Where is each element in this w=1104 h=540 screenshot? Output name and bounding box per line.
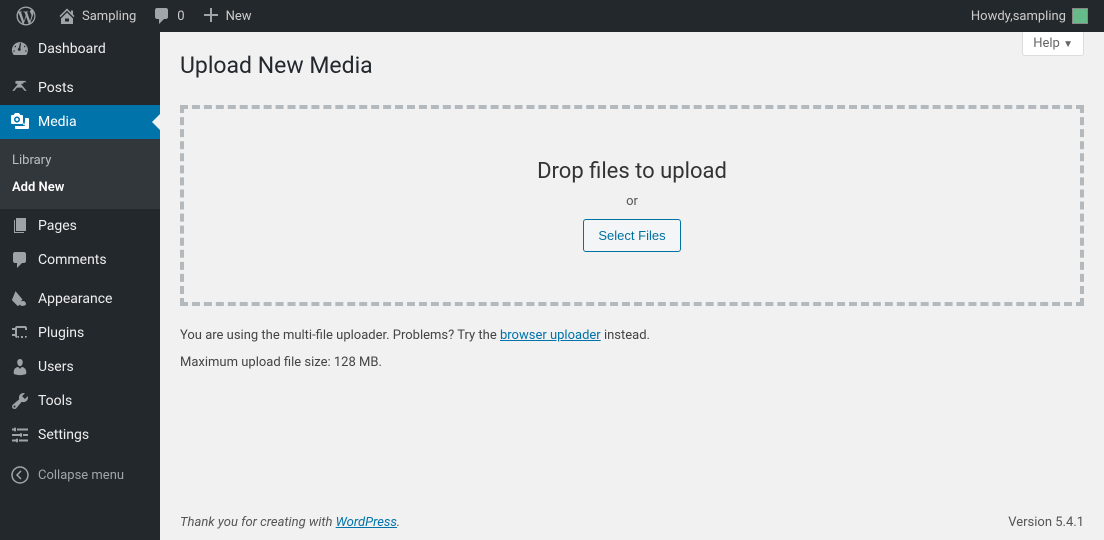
upload-dropzone[interactable]: Drop files to upload or Select Files xyxy=(180,105,1084,306)
user-icon xyxy=(10,357,30,377)
sliders-icon xyxy=(10,425,30,445)
content-wrap: Upload New Media Drop files to upload or… xyxy=(160,32,1104,373)
avatar xyxy=(1072,8,1088,24)
menu-label: Tools xyxy=(38,393,72,409)
menu-comments[interactable]: Comments xyxy=(0,243,160,277)
admin-menu: Dashboard Posts Media Library Add New Pa… xyxy=(0,32,160,540)
menu-media[interactable]: Media xyxy=(0,105,160,139)
comment-icon xyxy=(10,250,30,270)
user-name: sampling xyxy=(1013,9,1066,24)
brush-icon xyxy=(10,289,30,309)
dashboard-icon xyxy=(10,39,30,59)
menu-label: Media xyxy=(38,114,77,130)
site-name-label: Sampling xyxy=(82,9,136,24)
max-upload-size: Maximum upload file size: 128 MB. xyxy=(180,353,1084,373)
plug-icon xyxy=(10,323,30,343)
collapse-menu-button[interactable]: Collapse menu xyxy=(0,457,160,493)
menu-pages[interactable]: Pages xyxy=(0,209,160,243)
page-icon xyxy=(10,216,30,236)
menu-tools[interactable]: Tools xyxy=(0,384,160,418)
toolbar-right: Howdy, sampling xyxy=(963,0,1096,32)
admin-toolbar: Sampling 0 New Howdy, sampling xyxy=(0,0,1104,32)
plus-icon xyxy=(201,6,221,26)
new-content-link[interactable]: New xyxy=(193,0,260,32)
comments-count: 0 xyxy=(177,9,184,24)
collapse-label: Collapse menu xyxy=(38,468,124,483)
page-title: Upload New Media xyxy=(180,42,1084,85)
comments-link[interactable]: 0 xyxy=(144,0,192,32)
submenu-add-new[interactable]: Add New xyxy=(0,174,160,201)
menu-dashboard[interactable]: Dashboard xyxy=(0,32,160,66)
menu-posts[interactable]: Posts xyxy=(0,71,160,105)
menu-label: Users xyxy=(38,359,74,375)
wordpress-link[interactable]: WordPress xyxy=(336,515,397,530)
toolbar-left: Sampling 0 New xyxy=(8,0,260,32)
menu-label: Plugins xyxy=(38,325,84,341)
uploader-switch-text: You are using the multi-file uploader. P… xyxy=(180,326,1084,346)
main-body: Help ▼ Upload New Media Drop files to up… xyxy=(160,32,1104,540)
comment-icon xyxy=(152,6,172,26)
menu-settings[interactable]: Settings xyxy=(0,418,160,452)
pin-icon xyxy=(10,78,30,98)
wordpress-icon xyxy=(16,6,36,26)
thanks-suffix: . xyxy=(397,515,400,530)
thanks-prefix: Thank you for creating with xyxy=(180,515,336,530)
select-files-button[interactable]: Select Files xyxy=(583,219,680,252)
menu-label: Settings xyxy=(38,427,89,443)
menu-appearance[interactable]: Appearance xyxy=(0,282,160,316)
menu-label: Pages xyxy=(38,218,77,234)
info-suffix: instead. xyxy=(601,328,650,343)
help-label: Help xyxy=(1033,36,1060,51)
menu-plugins[interactable]: Plugins xyxy=(0,316,160,350)
new-label: New xyxy=(226,9,252,24)
menu-label: Dashboard xyxy=(38,41,106,57)
howdy-prefix: Howdy, xyxy=(971,9,1013,24)
my-account-link[interactable]: Howdy, sampling xyxy=(963,0,1096,32)
collapse-icon xyxy=(10,465,30,485)
browser-uploader-link[interactable]: browser uploader xyxy=(500,328,601,343)
submenu-library[interactable]: Library xyxy=(0,147,160,174)
wp-logo-menu[interactable] xyxy=(8,0,49,32)
upload-info: You are using the multi-file uploader. P… xyxy=(180,326,1084,373)
home-icon xyxy=(57,6,77,26)
help-tab[interactable]: Help ▼ xyxy=(1022,32,1084,56)
site-name-link[interactable]: Sampling xyxy=(49,0,144,32)
media-icon xyxy=(10,112,30,132)
drop-instructions: Drop files to upload xyxy=(184,159,1080,184)
menu-label: Posts xyxy=(38,80,74,96)
menu-label: Comments xyxy=(38,252,107,268)
footer-thanks: Thank you for creating with WordPress. xyxy=(180,515,400,530)
or-text: or xyxy=(184,194,1080,209)
chevron-down-icon: ▼ xyxy=(1063,39,1073,50)
menu-users[interactable]: Users xyxy=(0,350,160,384)
info-prefix: You are using the multi-file uploader. P… xyxy=(180,328,500,343)
footer: Thank you for creating with WordPress. V… xyxy=(160,505,1104,540)
submenu-media: Library Add New xyxy=(0,139,160,209)
menu-label: Appearance xyxy=(38,291,112,307)
version-text: Version 5.4.1 xyxy=(1008,515,1084,530)
wrench-icon xyxy=(10,391,30,411)
